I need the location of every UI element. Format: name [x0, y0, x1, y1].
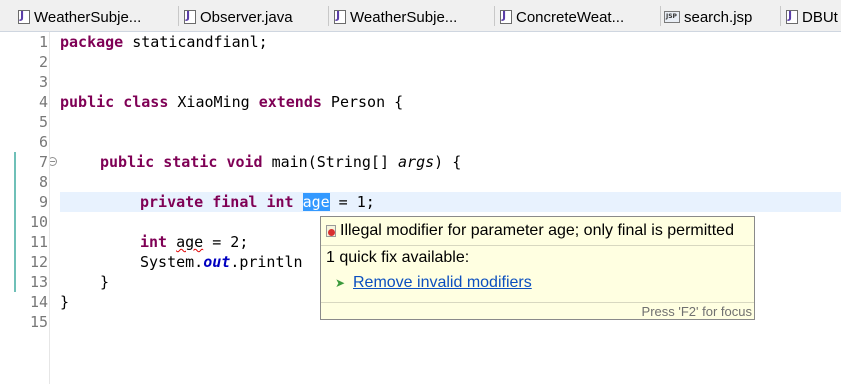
code-text: = 1; — [329, 193, 375, 211]
code-text: ) { — [434, 153, 462, 171]
line-number: 1 — [38, 33, 48, 51]
java-file-icon — [500, 9, 512, 24]
editor-tab-bar: WeatherSubje... Observer.java WeatherSub… — [0, 0, 841, 32]
line-number: 13 — [29, 273, 48, 291]
code-line-9: private final int age = 1; — [140, 192, 375, 212]
quick-fix-hover[interactable]: Illegal modifier for parameter age; only… — [320, 216, 755, 320]
keyword: static — [163, 153, 218, 171]
tab-label: Observer.java — [200, 8, 293, 26]
keyword: int — [266, 193, 294, 211]
code-text: } — [100, 273, 110, 291]
focus-hint: Press 'F2' for focus — [641, 304, 752, 319]
keyword: void — [226, 153, 263, 171]
tab-divider — [494, 6, 495, 26]
code-line-13: } — [100, 272, 109, 292]
code-text: } — [60, 293, 70, 311]
line-number: 5 — [38, 113, 48, 131]
tab-label: WeatherSubje... — [350, 8, 458, 26]
line-number: 12 — [29, 253, 48, 271]
java-file-icon — [786, 9, 798, 24]
tab-label: DBUt — [802, 8, 838, 26]
divider — [321, 245, 754, 246]
quick-fix-arrow-icon: ➤ — [335, 276, 346, 290]
code-text: staticandfianl; — [123, 33, 268, 51]
code-editor[interactable]: − 1 2 3 4 5 6 7 8 9 10 11 12 13 14 15 pa… — [0, 32, 841, 384]
tab-weather-subject-1[interactable]: WeatherSubje... — [18, 4, 173, 30]
line-number: 15 — [29, 313, 48, 331]
line-number: 14 — [29, 293, 48, 311]
tab-divider — [660, 6, 661, 26]
code-line-7: public static void main(String[] args) { — [100, 152, 461, 172]
keyword: package — [60, 33, 124, 51]
line-number: 2 — [38, 53, 48, 71]
parameter-name: args — [398, 153, 435, 171]
java-file-icon — [184, 9, 196, 24]
selected-identifier[interactable]: age — [302, 193, 330, 211]
line-number: 3 — [38, 73, 48, 91]
line-number: 9 — [38, 193, 48, 211]
keyword: public — [100, 153, 155, 171]
keyword: class — [123, 93, 169, 111]
code-text: = 2; — [203, 233, 249, 251]
tab-observer[interactable]: Observer.java — [184, 4, 324, 30]
tab-divider — [328, 6, 329, 26]
line-number: 6 — [38, 133, 48, 151]
remove-modifiers-fix[interactable]: ➤ Remove invalid modifiers — [335, 274, 532, 292]
code-text: .println — [230, 253, 303, 271]
keyword: final — [212, 193, 258, 211]
tab-divider — [780, 6, 781, 26]
line-number-ruler: 1 2 3 4 5 6 7 8 9 10 11 12 13 14 15 — [16, 32, 50, 384]
tab-label: search.jsp — [684, 8, 753, 26]
error-icon — [325, 224, 337, 238]
quick-fix-link[interactable]: Remove invalid modifiers — [353, 274, 532, 292]
line-number: 4 — [38, 93, 48, 111]
code-text: Person { — [321, 93, 404, 111]
tab-dbutil[interactable]: DBUt — [786, 4, 841, 30]
tab-search-jsp[interactable]: search.jsp — [664, 4, 776, 30]
tab-divider — [178, 6, 179, 26]
warning-identifier[interactable]: age — [176, 233, 203, 251]
keyword: private — [140, 193, 204, 211]
code-line-12: System.out.println — [140, 252, 303, 272]
code-text: main(String[] — [262, 153, 399, 171]
code-line-11: int age = 2; — [140, 232, 248, 252]
popup-footer: Press 'F2' for focus — [321, 302, 754, 319]
line-number: 10 — [29, 213, 48, 231]
line-number: 11 — [29, 233, 48, 251]
line-number: 7 — [38, 153, 48, 171]
code-text: XiaoMing — [168, 93, 259, 111]
jsp-file-icon — [664, 11, 680, 23]
code-text-area[interactable]: package staticandfianl; public class Xia… — [60, 32, 840, 384]
static-field: out — [203, 253, 231, 271]
java-file-icon — [334, 9, 346, 24]
code-text: System. — [140, 253, 204, 271]
tab-label: WeatherSubje... — [34, 8, 142, 26]
tab-weather-subject-2[interactable]: WeatherSubje... — [334, 4, 490, 30]
tab-label: ConcreteWeat... — [516, 8, 625, 26]
problem-text: Illegal modifier for parameter age; only… — [340, 222, 734, 239]
keyword: int — [140, 233, 168, 251]
keyword: extends — [258, 93, 322, 111]
quick-fix-count: 1 quick fix available: — [326, 249, 470, 266]
code-line-14: } — [60, 292, 69, 312]
code-line-4: public class XiaoMing extends Person { — [60, 92, 403, 112]
code-line-1: package staticandfianl; — [60, 32, 268, 52]
java-file-icon — [18, 9, 30, 24]
problem-message: Illegal modifier for parameter age; only… — [325, 221, 734, 241]
line-number: 8 — [38, 173, 48, 191]
tab-concrete-weather[interactable]: ConcreteWeat... — [500, 4, 656, 30]
keyword: public — [60, 93, 115, 111]
